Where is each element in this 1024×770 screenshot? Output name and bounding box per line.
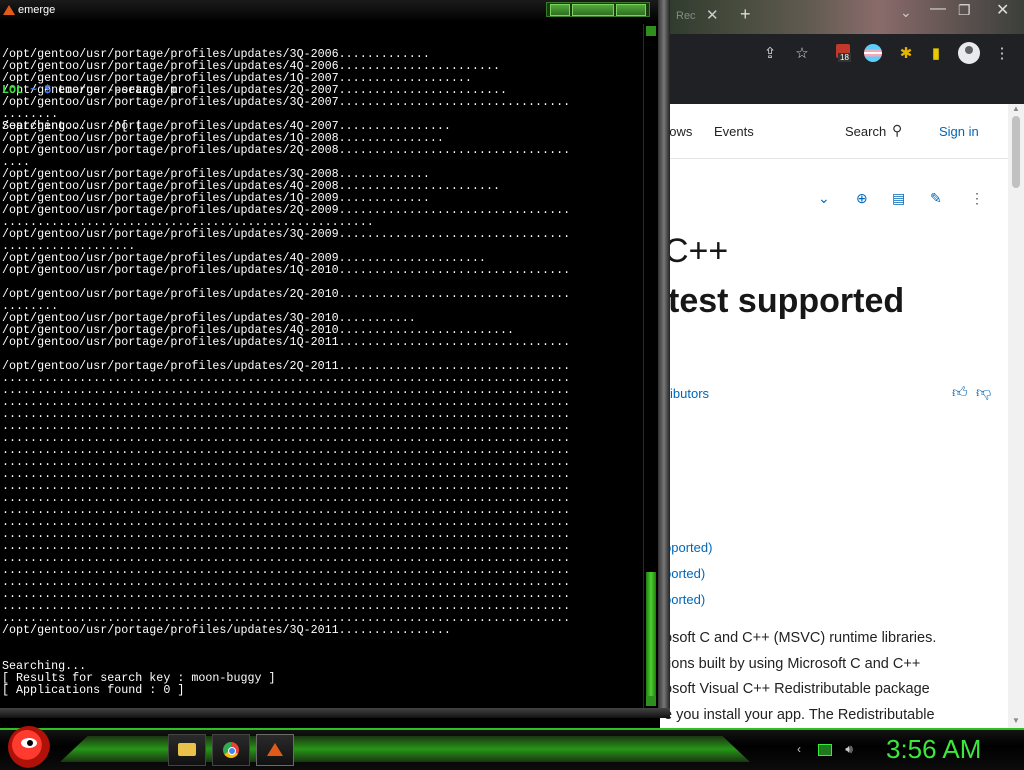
flag-extension-icon[interactable] [864,44,882,62]
tray-chevron-icon[interactable]: ‹ [792,742,806,756]
prompt-user: LOL [2,83,24,97]
terminal-line: /opt/gentoo/usr/portage/profiles/updates… [2,263,571,277]
chevron-down-icon[interactable]: ⌄ [900,4,912,21]
extension-badge: 18 [838,53,851,62]
browser-window: Rec ✕ + ⌄ — ❐ ✕ ⇪ ☆ 18 ✱ ▮ ⋮ hows Events… [660,0,1024,728]
terminal-titlebar[interactable]: emerge [0,0,670,22]
window-frame-bottom[interactable] [0,708,670,718]
taskbar-glow [60,736,750,762]
scrollbar-thumb[interactable] [1012,116,1020,188]
toc-link[interactable]: pported) [664,540,712,555]
prompt-dir: ~ [30,83,38,97]
body-text: osoft C and C++ (MSVC) runtime libraries… [664,630,937,646]
feedback-icon[interactable]: ▤ [892,190,905,207]
chrome-icon [223,742,239,758]
taskbar: ‹ 🔊︎ 3:56 AM [0,726,1024,770]
star-icon[interactable]: ☆ [792,44,812,64]
terminal-output[interactable]: /opt/gentoo/usr/portage/profiles/updates… [2,24,642,714]
body-text: e you install your app. The Redistributa… [664,707,935,723]
puzzle-icon[interactable]: ✱ [896,44,916,64]
terminal-window: emerge /opt/gentoo/usr/portage/profiles/… [0,0,670,718]
terminal-line: /opt/gentoo/usr/portage/profiles/updates… [2,335,571,349]
search-button[interactable]: Search [845,124,886,139]
add-collection-icon[interactable]: ⊕ [856,190,868,207]
share-icon[interactable]: ⇪ [760,44,780,64]
chevron-down-icon[interactable]: ⌄ [818,190,830,207]
browser-toolbar: ⇪ ☆ 18 ✱ ▮ ⋮ [660,34,1024,74]
terminal-line: /opt/gentoo/usr/portage/profiles/updates… [2,95,571,109]
minimize-icon[interactable]: — [930,0,946,18]
window-controls [546,2,650,17]
edit-icon[interactable]: ✎ [930,190,942,207]
toc-link[interactable]: ported) [664,592,705,607]
thumbs-up-icon[interactable]: 👍︎ [952,384,968,402]
article-title: C++ [664,232,729,270]
minimize-button[interactable] [550,4,570,16]
scroll-down-icon[interactable] [646,696,656,706]
taskbar-item-explorer[interactable] [168,734,206,766]
search-icon[interactable]: ⚲ [892,122,902,139]
terminal-app-icon [3,5,15,15]
start-button[interactable] [8,726,50,768]
article-title-line2: test supported [668,282,905,320]
header-divider [660,158,1008,159]
tab-close-icon[interactable]: ✕ [706,6,719,24]
close-icon[interactable]: ✕ [996,0,1009,20]
profile-avatar[interactable] [958,42,980,64]
scroll-down-icon[interactable]: ▼ [1012,716,1020,725]
volume-icon[interactable]: 🔊︎ [842,742,856,756]
window-frame-right[interactable] [658,0,670,718]
scrollbar-thumb[interactable] [646,572,656,696]
taskbar-item-terminal[interactable] [256,734,294,766]
body-text: osoft Visual C++ Redistributable package [664,681,930,697]
sign-in-link[interactable]: Sign in [939,124,979,139]
window-title: emerge [18,4,56,16]
scroll-up-icon[interactable] [646,26,656,36]
terminal-scrollback: /opt/gentoo/usr/portage/profiles/updates… [2,48,642,696]
scroll-up-icon[interactable]: ▲ [1012,104,1020,113]
bookmarks-bar [660,74,1024,104]
terminal-line: /opt/gentoo/usr/portage/profiles/updates… [2,287,571,301]
terminal-scrollbar[interactable] [643,24,658,708]
more-icon[interactable]: ⋮ [970,190,984,207]
maximize-icon[interactable]: ❐ [958,2,971,19]
page-scrollbar[interactable]: ▲ ▼ [1008,104,1024,728]
terminal-app-icon [267,743,283,756]
body-text: tions built by using Microsoft C and C++ [664,656,921,672]
terminal-line: /opt/gentoo/usr/portage/profiles/updates… [2,143,571,157]
folder-icon [178,743,196,756]
browser-tab-strip: Rec ✕ + ⌄ — ❐ ✕ [660,0,1024,34]
thumbs-down-icon[interactable]: 👎︎ [976,384,991,402]
prompt-symbol: $ [44,83,52,97]
new-tab-icon[interactable]: + [740,4,751,25]
toc-link[interactable]: ported) [664,566,705,581]
menu-kebab-icon[interactable]: ⋮ [992,44,1012,64]
maximize-button[interactable] [572,4,614,16]
terminal-line: [ Applications found : 0 ] [2,683,185,697]
close-button[interactable] [616,4,646,16]
prompt-command: emerge --search m [58,83,178,97]
taskbar-item-chrome[interactable] [212,734,250,766]
terminal-line: /opt/gentoo/usr/portage/profiles/updates… [2,623,451,637]
web-page: hows Events Search ⚲ Sign in ⌄ ⊕ ▤ ✎ ⋮ C… [660,104,1008,728]
sidebar-icon[interactable]: ▮ [926,44,946,64]
browser-tab[interactable]: Rec [676,10,696,22]
taskbar-clock[interactable]: 3:56 AM [886,734,981,765]
nav-item-events[interactable]: Events [714,124,754,139]
battery-icon[interactable] [818,744,832,756]
contributors-link[interactable]: ibutors [670,386,709,401]
